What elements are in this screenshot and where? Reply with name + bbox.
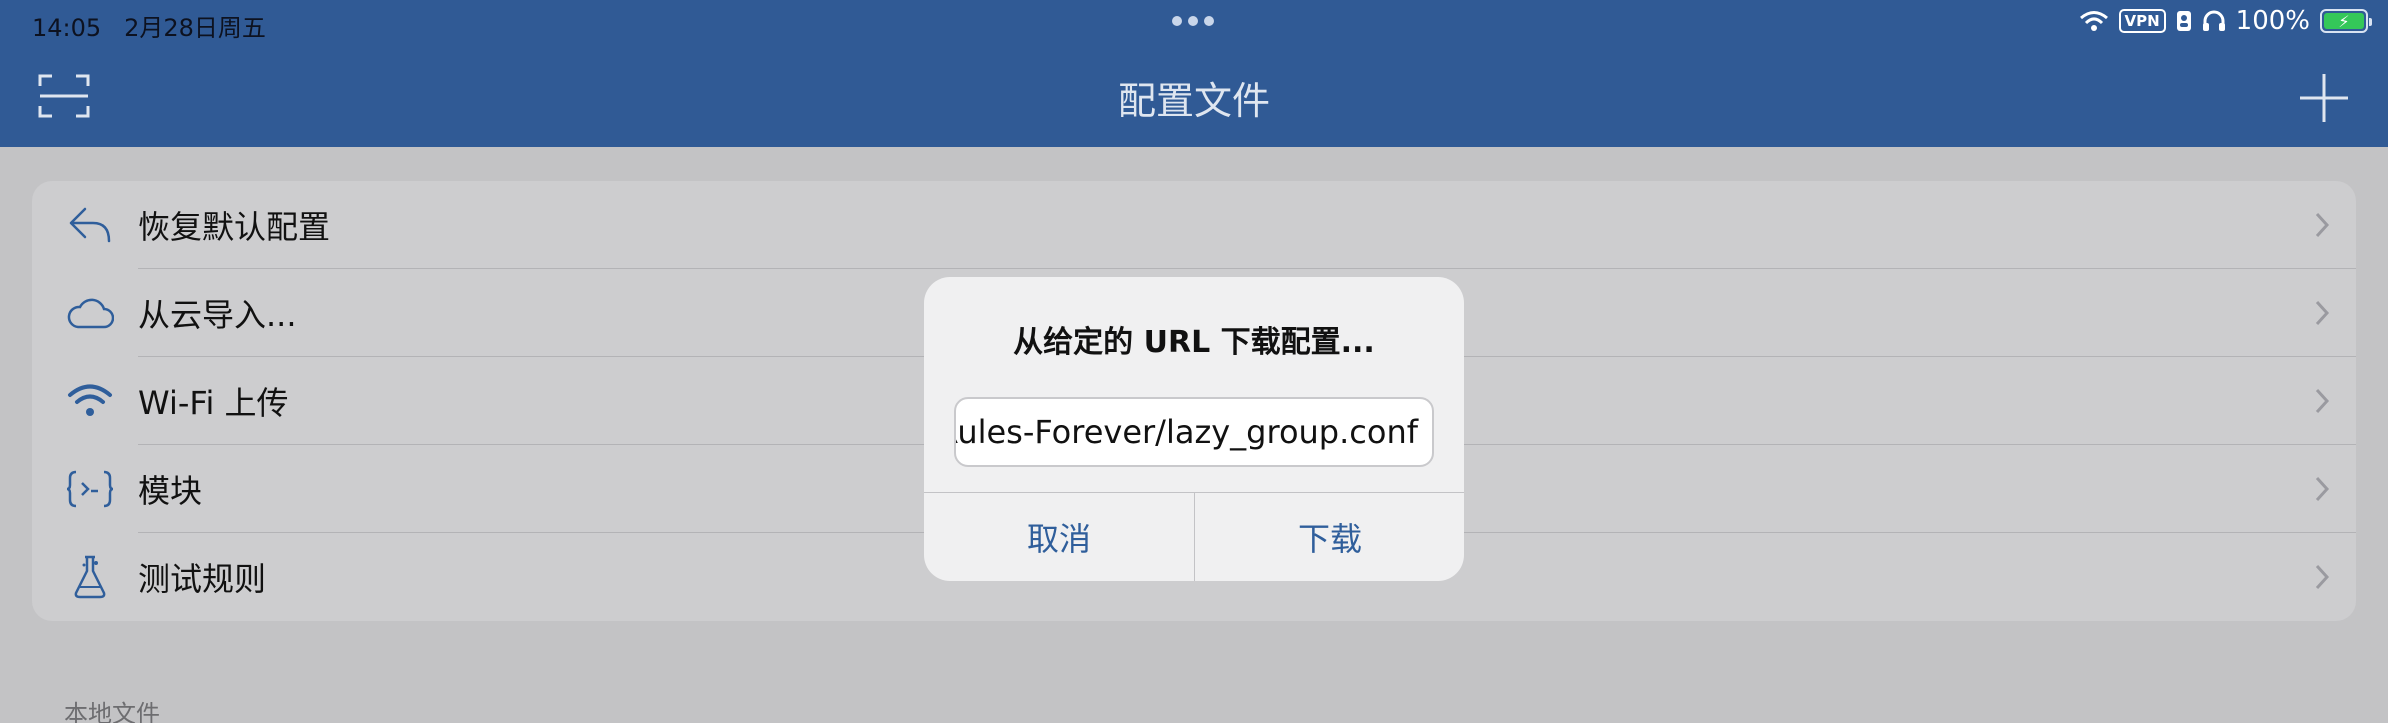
module-braces-icon xyxy=(32,470,138,508)
status-bar-time: 14:05 2月28日周五 xyxy=(32,8,266,43)
download-button[interactable]: 下载 xyxy=(1195,493,1464,581)
list-item-restore-default[interactable]: 恢复默认配置 xyxy=(32,181,2356,269)
url-input-value: Rules-Forever/lazy_group.conf xyxy=(954,413,1418,451)
battery-icon: ⚡ xyxy=(2320,9,2372,33)
navigation-bar: 14:05 2月28日周五 VPN 100% ⚡ 配置文件 xyxy=(0,0,2388,147)
chevron-right-icon xyxy=(2315,388,2330,414)
page-title: 配置文件 xyxy=(1117,79,1270,123)
battery-percent: 100% xyxy=(2235,6,2310,36)
undo-arrow-icon xyxy=(32,205,138,245)
wifi-icon xyxy=(32,382,138,420)
chevron-right-icon xyxy=(2315,300,2330,326)
contact-card-icon xyxy=(2176,11,2191,31)
list-item-label: 模块 xyxy=(138,472,203,510)
status-time: 14:05 xyxy=(32,14,102,42)
list-item-label: Wi-Fi 上传 xyxy=(138,384,289,422)
chevron-right-icon xyxy=(2315,476,2330,502)
vpn-badge: VPN xyxy=(2118,9,2166,33)
status-date: 2月28日周五 xyxy=(124,14,266,42)
download-url-dialog: 从给定的 URL 下载配置... Rules-Forever/lazy_grou… xyxy=(924,277,1464,581)
list-item-label: 恢复默认配置 xyxy=(138,208,331,246)
cancel-button[interactable]: 取消 xyxy=(924,493,1194,581)
chevron-right-icon xyxy=(2315,564,2330,590)
chevron-right-icon xyxy=(2315,212,2330,238)
status-bar-indicators: VPN 100% ⚡ xyxy=(2079,6,2372,36)
cloud-icon xyxy=(32,297,138,329)
section-header-local-files: 本地文件 xyxy=(64,700,160,723)
headphones-icon xyxy=(2202,10,2225,31)
flask-icon xyxy=(32,555,138,599)
list-item-label: 从云导入... xyxy=(138,296,297,334)
wifi-status-icon xyxy=(2079,11,2108,31)
multitasking-dots-icon[interactable] xyxy=(1172,16,1214,26)
add-plus-icon[interactable] xyxy=(2298,72,2350,124)
dialog-title: 从给定的 URL 下载配置... xyxy=(1013,325,1375,360)
url-input[interactable]: Rules-Forever/lazy_group.conf xyxy=(954,397,1434,467)
list-item-label: 测试规则 xyxy=(138,560,267,598)
app-screen: 14:05 2月28日周五 VPN 100% ⚡ 配置文件 恢复默认配置 从云导… xyxy=(0,0,2388,723)
